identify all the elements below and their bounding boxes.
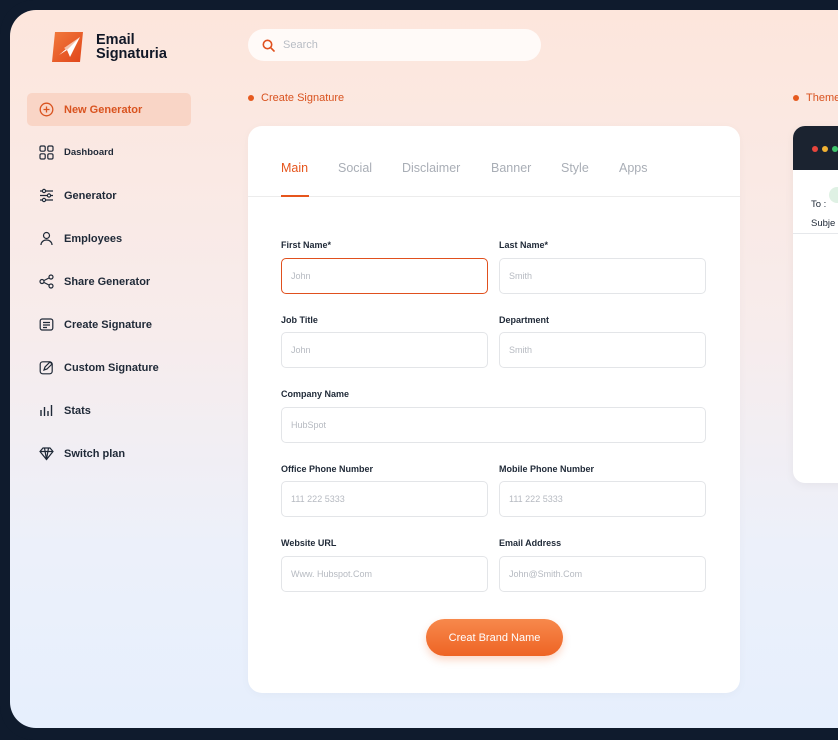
search-input[interactable]: Search bbox=[283, 39, 318, 51]
company-name-field[interactable]: HubSpot bbox=[281, 407, 706, 443]
preview-divider bbox=[793, 233, 838, 234]
sidebar-item-dashboard[interactable]: Dashboard bbox=[27, 136, 191, 169]
user-icon bbox=[38, 231, 54, 247]
office-phone-field[interactable]: 111 222 5333 bbox=[281, 481, 488, 517]
section-dot bbox=[793, 95, 799, 101]
tab-main[interactable]: Main bbox=[281, 161, 308, 175]
theme-header: Theme bbox=[793, 92, 838, 104]
first-name-field[interactable]: John bbox=[281, 258, 488, 294]
create-brand-button[interactable]: Creat Brand Name bbox=[426, 619, 563, 656]
website-field[interactable]: Www. Hubspot.Com bbox=[281, 556, 488, 592]
sidebar-item-label: New Generator bbox=[64, 103, 143, 116]
email-label: Email Address bbox=[499, 538, 562, 548]
theme-preview-window: To : Subje bbox=[793, 126, 838, 483]
share-icon bbox=[38, 274, 54, 290]
last-name-label: Last Name* bbox=[499, 240, 549, 250]
active-tab-indicator bbox=[281, 195, 309, 197]
sidebar-item-label: Share Generator bbox=[64, 275, 151, 288]
preview-subject-label: Subje bbox=[811, 218, 836, 229]
close-dot-icon bbox=[812, 146, 818, 152]
brand-name-line1: Email bbox=[96, 32, 135, 48]
sidebar-item-label: Employees bbox=[64, 232, 123, 245]
email-field[interactable]: John@Smith.Com bbox=[499, 556, 706, 592]
plus-circle-icon bbox=[38, 102, 54, 118]
brand-name: Email Signaturia bbox=[96, 32, 167, 62]
preview-to-label: To : bbox=[811, 199, 827, 210]
edit-icon bbox=[38, 360, 54, 376]
department-field[interactable]: Smith bbox=[499, 332, 706, 368]
tab-style[interactable]: Style bbox=[561, 161, 589, 175]
form-tabs: Main Social Disclaimer Banner Style Apps bbox=[248, 126, 740, 197]
sidebar-item-label: Generator bbox=[64, 189, 117, 202]
search-icon bbox=[262, 39, 275, 52]
sidebar-item-label: Custom Signature bbox=[64, 361, 159, 374]
section-title: Theme bbox=[806, 92, 838, 104]
sidebar-item-label: Switch plan bbox=[64, 447, 126, 460]
preview-title-bar bbox=[793, 126, 838, 170]
tab-apps[interactable]: Apps bbox=[619, 161, 648, 175]
website-label: Website URL bbox=[281, 538, 337, 548]
sidebar-item-custom-signature[interactable]: Custom Signature bbox=[27, 351, 191, 384]
create-signature-header: Create Signature bbox=[248, 92, 344, 104]
sidebar-item-switch-plan[interactable]: Switch plan bbox=[27, 437, 191, 470]
sidebar-item-employees[interactable]: Employees bbox=[27, 222, 191, 255]
diamond-icon bbox=[38, 446, 54, 462]
sidebar-item-generator[interactable]: Generator bbox=[27, 179, 191, 212]
app-screen: Email Signaturia Search New Generator Da… bbox=[10, 10, 838, 728]
sidebar-item-stats[interactable]: Stats bbox=[27, 394, 191, 427]
signature-form-card: Main Social Disclaimer Banner Style Apps… bbox=[248, 126, 740, 693]
section-title: Create Signature bbox=[261, 92, 345, 104]
first-name-label: First Name* bbox=[281, 240, 332, 250]
sidebar-item-share-generator[interactable]: Share Generator bbox=[27, 265, 191, 298]
sliders-icon bbox=[38, 188, 54, 204]
brand-logo[interactable]: Email Signaturia bbox=[50, 30, 167, 64]
job-title-field[interactable]: John bbox=[281, 332, 488, 368]
minimize-dot-icon bbox=[822, 146, 828, 152]
office-phone-label: Office Phone Number bbox=[281, 464, 374, 474]
brand-name-line2: Signaturia bbox=[96, 46, 167, 62]
tab-social[interactable]: Social bbox=[338, 161, 372, 175]
logo-mark-icon bbox=[52, 32, 83, 62]
sidebar-item-create-signature[interactable]: Create Signature bbox=[27, 308, 191, 341]
department-label: Department bbox=[499, 315, 550, 325]
mobile-phone-field[interactable]: 111 222 5333 bbox=[499, 481, 706, 517]
search-bar[interactable]: Search bbox=[248, 29, 541, 61]
tab-disclaimer[interactable]: Disclaimer bbox=[402, 161, 460, 175]
recipient-chip bbox=[829, 187, 838, 203]
last-name-field[interactable]: Smith bbox=[499, 258, 706, 294]
sidebar-item-new-generator[interactable]: New Generator bbox=[27, 93, 191, 126]
mobile-phone-label: Mobile Phone Number bbox=[499, 464, 595, 474]
device-frame: Email Signaturia Search New Generator Da… bbox=[0, 0, 838, 740]
tab-banner[interactable]: Banner bbox=[491, 161, 531, 175]
company-name-label: Company Name bbox=[281, 389, 350, 399]
sidebar-nav: New Generator Dashboard Generator Employ… bbox=[27, 93, 191, 480]
maximize-dot-icon bbox=[832, 146, 838, 152]
section-dot bbox=[248, 95, 254, 101]
grid-icon bbox=[38, 145, 54, 161]
bar-chart-icon bbox=[38, 403, 54, 419]
document-icon bbox=[38, 317, 54, 333]
job-title-label: Job Title bbox=[281, 315, 318, 325]
sidebar-item-label: Dashboard bbox=[64, 147, 114, 158]
sidebar-item-label: Stats bbox=[64, 404, 91, 417]
sidebar-item-label: Create Signature bbox=[64, 318, 153, 331]
